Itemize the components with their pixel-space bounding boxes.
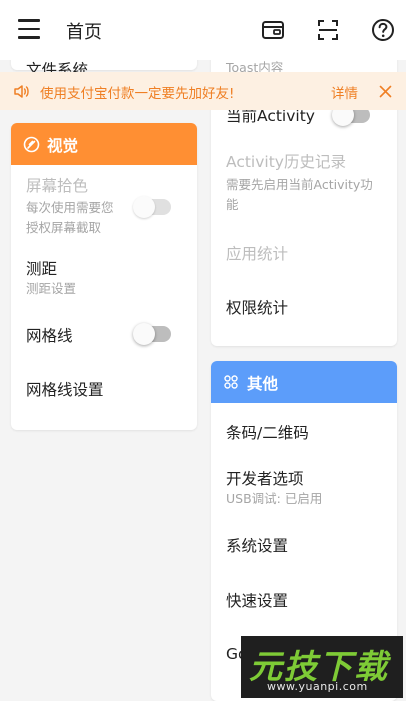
activity-history-subtitle: 需要先启用当前Activity功 能: [226, 177, 373, 212]
help-icon[interactable]: [370, 17, 396, 43]
gridline-title[interactable]: 网格线: [26, 324, 73, 346]
scan-icon[interactable]: [315, 17, 341, 43]
app-stats-title: 应用统计: [226, 245, 289, 263]
other-section-title: 其他: [247, 375, 279, 393]
developer-options-subtitle: USB调试: 已启用: [226, 491, 323, 506]
color-picker-toggle[interactable]: [133, 196, 171, 218]
palette-icon: [23, 136, 40, 153]
barcode-qrcode-item[interactable]: 条码/二维码: [226, 421, 309, 443]
visual-section-title: 视觉: [47, 137, 79, 155]
speaker-icon: [14, 85, 29, 98]
menu-icon[interactable]: [18, 19, 40, 39]
system-settings-item[interactable]: 系统设置: [226, 534, 288, 556]
quick-settings-item[interactable]: 快速设置: [226, 589, 288, 611]
permission-stats-item[interactable]: 权限统计: [226, 296, 288, 318]
gridline-settings-item[interactable]: 网格线设置: [26, 378, 104, 400]
developer-options-title[interactable]: 开发者选项: [226, 467, 304, 489]
activity-history-title: Activity历史记录: [226, 153, 346, 171]
banner-text: 使用支付宝付款一定要先加好友!: [40, 86, 235, 102]
color-picker-subtitle: 每次使用需要您 授权屏幕截取: [26, 200, 114, 235]
close-icon[interactable]: [379, 85, 392, 98]
app-bar: 首页: [0, 0, 406, 60]
ruler-title[interactable]: 测距: [26, 257, 57, 279]
visual-card: 视觉 屏幕拾色 每次使用需要您 授权屏幕截取 测距 测距设置 网格线 网格线设置: [11, 123, 197, 430]
wallet-icon[interactable]: [260, 17, 286, 43]
visual-section-header: 视觉: [11, 123, 197, 165]
page-title: 首页: [66, 22, 102, 43]
banner-detail-link[interactable]: 详情: [331, 82, 358, 102]
other-section-header: 其他: [211, 361, 397, 403]
ruler-subtitle: 测距设置: [26, 281, 77, 296]
gridline-toggle[interactable]: [133, 323, 171, 345]
watermark-logo: 元技下载 www.yuanpi.com: [241, 636, 403, 698]
notice-banner: 使用支付宝付款一定要先加好友! 详情: [0, 72, 406, 110]
apps-grid-icon: [224, 375, 238, 389]
color-picker-title: 屏幕拾色: [26, 177, 89, 195]
